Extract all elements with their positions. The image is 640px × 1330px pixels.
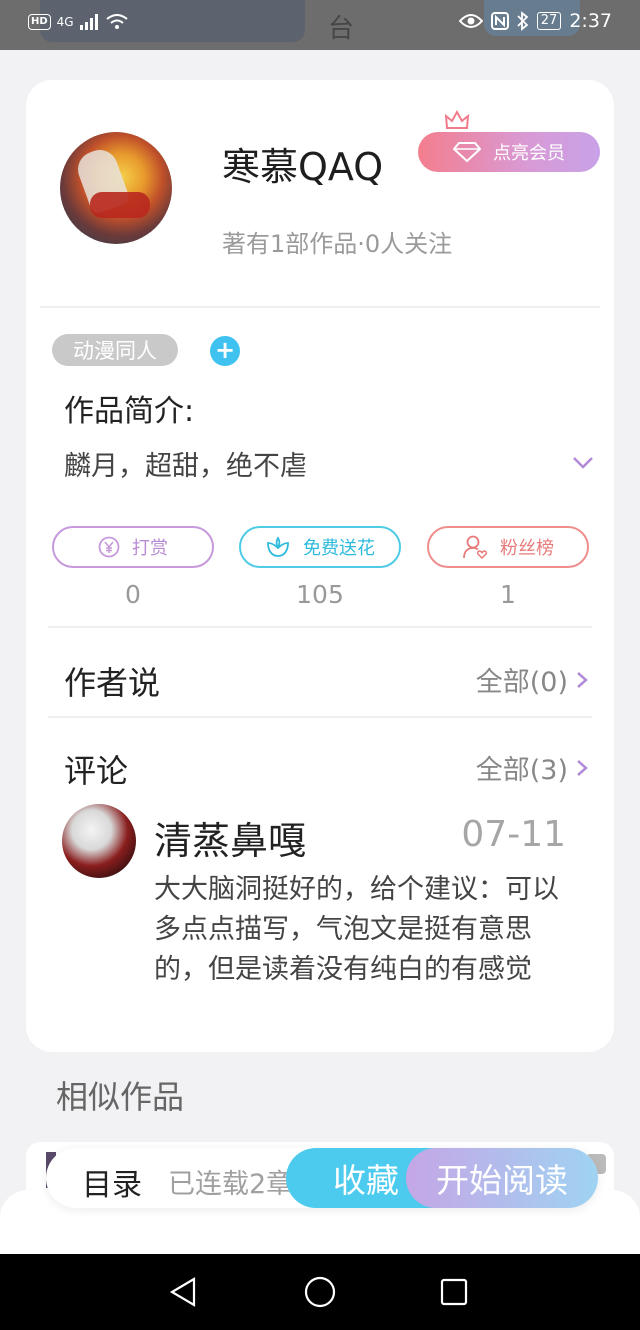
bluetooth-icon bbox=[517, 11, 529, 31]
hd-badge: HD bbox=[28, 14, 51, 30]
network-label: 4G bbox=[56, 15, 74, 29]
intro-label: 作品简介: bbox=[64, 394, 195, 429]
reward-label: 打赏 bbox=[132, 538, 168, 559]
author-says-title: 作者说 bbox=[64, 664, 161, 702]
favorite-label: 收藏 bbox=[333, 1161, 399, 1200]
chevron-right-icon bbox=[577, 671, 588, 688]
comment-date: 07-11 bbox=[461, 814, 566, 855]
wifi-icon bbox=[105, 14, 128, 29]
add-tag-button[interactable]: + bbox=[210, 336, 240, 366]
status-right: 27 2:37 bbox=[458, 10, 612, 32]
clock: 2:37 bbox=[569, 10, 612, 32]
category-tag[interactable]: 动漫同人 bbox=[52, 334, 178, 366]
signal-icon bbox=[79, 14, 98, 30]
back-triangle-icon[interactable] bbox=[168, 1276, 198, 1308]
vip-button[interactable]: 点亮会员 bbox=[418, 132, 600, 172]
yen-coin-icon bbox=[98, 536, 120, 558]
divider bbox=[40, 306, 600, 308]
serial-status: 已连载2章 bbox=[168, 1169, 292, 1200]
intro-text: 麟月，超甜，绝不虐 bbox=[64, 451, 307, 482]
author-meta: 著有1部作品·0人关注 bbox=[222, 230, 453, 258]
commenter-name[interactable]: 清蒸鼻嘎 bbox=[154, 810, 306, 865]
fans-rank-label: 粉丝榜 bbox=[500, 538, 554, 559]
flower-icon bbox=[267, 536, 289, 557]
vip-label: 点亮会员 bbox=[493, 143, 565, 164]
chevron-down-icon[interactable] bbox=[572, 456, 594, 470]
system-nav-bar bbox=[0, 1254, 640, 1330]
divider bbox=[48, 626, 592, 628]
crown-icon bbox=[444, 110, 470, 129]
send-flower-label: 免费送花 bbox=[303, 538, 375, 559]
toc-button[interactable]: 目录 bbox=[82, 1160, 142, 1204]
user-heart-icon bbox=[463, 535, 488, 560]
fans-rank-button[interactable]: 粉丝榜 bbox=[427, 526, 589, 568]
status-left: HD 4G bbox=[28, 14, 128, 30]
author-name[interactable]: 寒慕QAQ bbox=[222, 136, 383, 191]
author-avatar[interactable] bbox=[60, 132, 172, 244]
peek-text: 台 bbox=[328, 14, 355, 44]
battery-icon: 27 bbox=[536, 12, 562, 30]
reward-button[interactable]: 打赏 bbox=[52, 526, 214, 568]
author-says-all-label: 全部(0) bbox=[475, 667, 568, 698]
divider bbox=[48, 716, 592, 718]
nfc-icon bbox=[490, 12, 509, 30]
eye-icon bbox=[458, 14, 483, 28]
start-reading-label: 开始阅读 bbox=[436, 1161, 568, 1200]
send-flower-button[interactable]: 免费送花 bbox=[239, 526, 401, 568]
reward-count: 0 bbox=[125, 580, 141, 609]
home-circle-icon[interactable] bbox=[304, 1276, 336, 1308]
comments-all-label: 全部(3) bbox=[475, 755, 568, 786]
work-info-card: 寒慕QAQ 点亮会员 著有1部作品·0人关注 动漫同人 + 作品简介: 麟月，超… bbox=[26, 80, 614, 1052]
recent-apps-icon[interactable] bbox=[440, 1278, 468, 1306]
commenter-avatar[interactable] bbox=[62, 804, 136, 878]
status-bar: 台 HD 4G 27 2:37 bbox=[0, 0, 640, 50]
author-says-all-link[interactable]: 全部(0) bbox=[476, 660, 588, 699]
similar-works-title: 相似作品 bbox=[56, 1078, 185, 1116]
fans-count: 1 bbox=[500, 580, 516, 609]
chevron-right-icon bbox=[577, 759, 588, 776]
flower-count: 105 bbox=[296, 580, 344, 609]
diamond-icon bbox=[453, 142, 481, 163]
start-reading-button[interactable]: 开始阅读 bbox=[406, 1148, 598, 1208]
comment-text[interactable]: 大大脑洞挺好的，给个建议：可以多点点描写，气泡文是挺有意思的，但是读着没有纯白的… bbox=[154, 870, 564, 990]
comments-title: 评论 bbox=[64, 752, 129, 790]
comments-all-link[interactable]: 全部(3) bbox=[476, 748, 588, 787]
